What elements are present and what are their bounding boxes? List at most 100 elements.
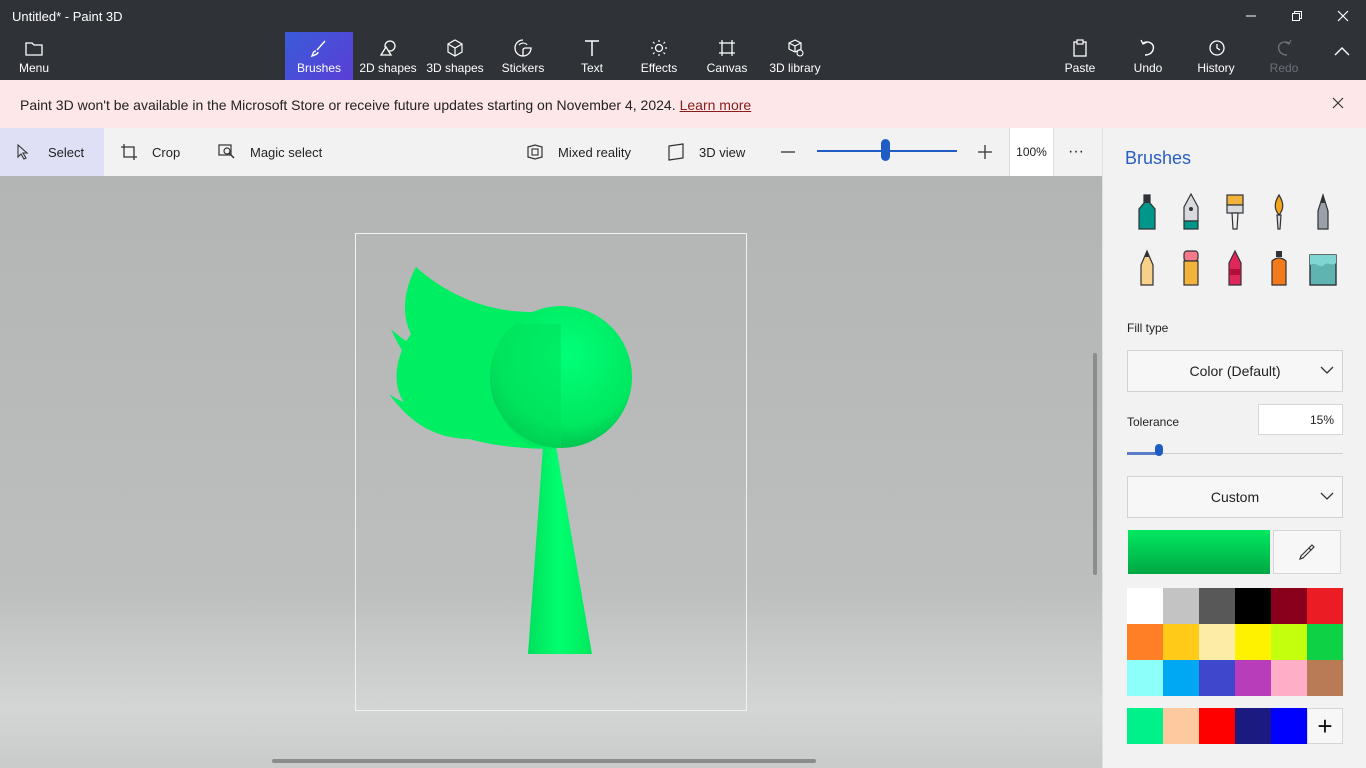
watercolor-brush[interactable] — [1261, 190, 1297, 234]
color-swatch[interactable] — [1271, 588, 1307, 624]
color-swatch[interactable] — [1199, 588, 1235, 624]
oil-brush[interactable] — [1217, 190, 1253, 234]
menu-label: Menu — [18, 61, 50, 75]
color-swatch[interactable] — [1235, 624, 1271, 660]
eraser-icon — [1183, 250, 1199, 286]
eyedropper-button[interactable] — [1273, 530, 1341, 574]
color-swatch[interactable] — [1163, 660, 1199, 696]
zoom-slider-thumb[interactable] — [881, 139, 890, 161]
sun-icon — [649, 38, 669, 58]
collapse-ribbon-button[interactable] — [1322, 32, 1362, 80]
cube-icon — [445, 38, 465, 58]
more-options-button[interactable]: ··· — [1068, 128, 1084, 176]
canvas[interactable] — [355, 233, 747, 711]
marker-brush[interactable] — [1129, 190, 1165, 234]
tolerance-input[interactable]: 15% — [1258, 404, 1343, 435]
oil-brush-icon — [1226, 194, 1244, 230]
menu-button[interactable]: Menu — [12, 32, 56, 80]
3d-view-button[interactable]: 3D view — [667, 128, 745, 176]
color-swatch[interactable] — [1235, 588, 1271, 624]
crayon-icon — [1228, 249, 1242, 286]
tool-brushes[interactable]: Brushes — [285, 32, 353, 80]
plus-icon — [978, 145, 992, 159]
learn-more-link[interactable]: Learn more — [680, 97, 752, 113]
mixed-reality-button[interactable]: Mixed reality — [526, 128, 631, 176]
color-swatch[interactable] — [1127, 588, 1163, 624]
undo-icon — [1138, 38, 1158, 58]
color-swatch[interactable] — [1163, 624, 1199, 660]
minus-icon — [781, 151, 795, 153]
custom-color-swatch[interactable] — [1127, 708, 1163, 744]
close-window-button[interactable] — [1320, 0, 1366, 32]
tool-label: Effects — [640, 61, 678, 75]
pixel-pen-brush[interactable] — [1305, 190, 1341, 234]
color-mode-dropdown[interactable]: Custom — [1127, 476, 1343, 518]
color-swatch[interactable] — [1307, 588, 1343, 624]
crop-button[interactable]: Crop — [120, 128, 180, 176]
eraser-brush[interactable] — [1173, 246, 1209, 290]
tool-3d-shapes[interactable]: 3D shapes — [424, 32, 486, 80]
magic-select-button[interactable]: Magic select — [218, 128, 322, 176]
color-swatch[interactable] — [1127, 624, 1163, 660]
custom-colors: + — [1127, 708, 1343, 744]
banner-close-button[interactable] — [1332, 96, 1348, 112]
tool-stickers[interactable]: Stickers — [496, 32, 550, 80]
tool-label: 3D library — [769, 61, 821, 75]
paste-button[interactable]: Paste — [1058, 32, 1102, 80]
color-swatch[interactable] — [1271, 660, 1307, 696]
pixel-pen-icon — [1317, 193, 1329, 230]
redo-icon — [1274, 38, 1294, 58]
3d-view-label: 3D view — [699, 144, 746, 160]
zoom-in-button[interactable] — [977, 128, 993, 176]
folder-icon — [24, 38, 44, 58]
tool-effects[interactable]: Effects — [634, 32, 684, 80]
spray-can-brush[interactable] — [1261, 246, 1297, 290]
color-swatch[interactable] — [1307, 660, 1343, 696]
select-button[interactable]: Select — [0, 128, 104, 176]
custom-color-swatch[interactable] — [1163, 708, 1199, 744]
zoom-out-button[interactable] — [780, 128, 796, 176]
tool-3d-library[interactable]: 3D library — [766, 32, 824, 80]
calligraphy-pen-brush[interactable] — [1173, 190, 1209, 234]
color-swatch[interactable] — [1199, 624, 1235, 660]
custom-color-swatch[interactable] — [1271, 708, 1307, 744]
canvas-workspace[interactable] — [0, 176, 1102, 768]
fill-type-dropdown[interactable]: Color (Default) — [1127, 350, 1343, 392]
paste-label: Paste — [1064, 61, 1096, 75]
color-swatch[interactable] — [1127, 660, 1163, 696]
clipboard-icon — [1070, 38, 1090, 58]
zoom-level[interactable]: 100% — [1009, 128, 1054, 176]
custom-color-swatch[interactable] — [1199, 708, 1235, 744]
mixed-reality-icon — [526, 143, 544, 161]
text-icon — [582, 38, 602, 58]
fill-type-value: Color (Default) — [1189, 363, 1281, 379]
3d-view-icon — [667, 143, 685, 161]
vertical-scrollbar[interactable] — [1093, 353, 1097, 575]
redo-button[interactable]: Redo — [1262, 32, 1306, 80]
tolerance-slider-thumb[interactable] — [1155, 444, 1163, 456]
tool-2d-shapes[interactable]: 2D shapes — [355, 32, 421, 80]
tool-label: Stickers — [501, 61, 545, 75]
tool-canvas[interactable]: Canvas — [702, 32, 752, 80]
pencil-brush[interactable] — [1129, 246, 1165, 290]
color-swatch[interactable] — [1163, 588, 1199, 624]
undo-button[interactable]: Undo — [1126, 32, 1170, 80]
magic-select-label: Magic select — [250, 144, 323, 160]
horizontal-scrollbar[interactable] — [272, 759, 816, 763]
add-color-button[interactable]: + — [1307, 708, 1343, 744]
pencil-icon — [1140, 249, 1154, 286]
color-swatch[interactable] — [1307, 624, 1343, 660]
color-swatch[interactable] — [1235, 660, 1271, 696]
restore-button[interactable] — [1274, 0, 1320, 32]
crayon-brush[interactable] — [1217, 246, 1253, 290]
color-swatch[interactable] — [1271, 624, 1307, 660]
color-swatch[interactable] — [1199, 660, 1235, 696]
minimize-button[interactable] — [1228, 0, 1274, 32]
current-color-swatch[interactable] — [1128, 530, 1270, 574]
tool-text[interactable]: Text — [570, 32, 614, 80]
history-button[interactable]: History — [1192, 32, 1240, 80]
green-tree-drawing[interactable] — [356, 234, 746, 710]
fill-bucket-brush[interactable] — [1305, 246, 1341, 290]
canvas-icon — [717, 38, 737, 58]
custom-color-swatch[interactable] — [1235, 708, 1271, 744]
